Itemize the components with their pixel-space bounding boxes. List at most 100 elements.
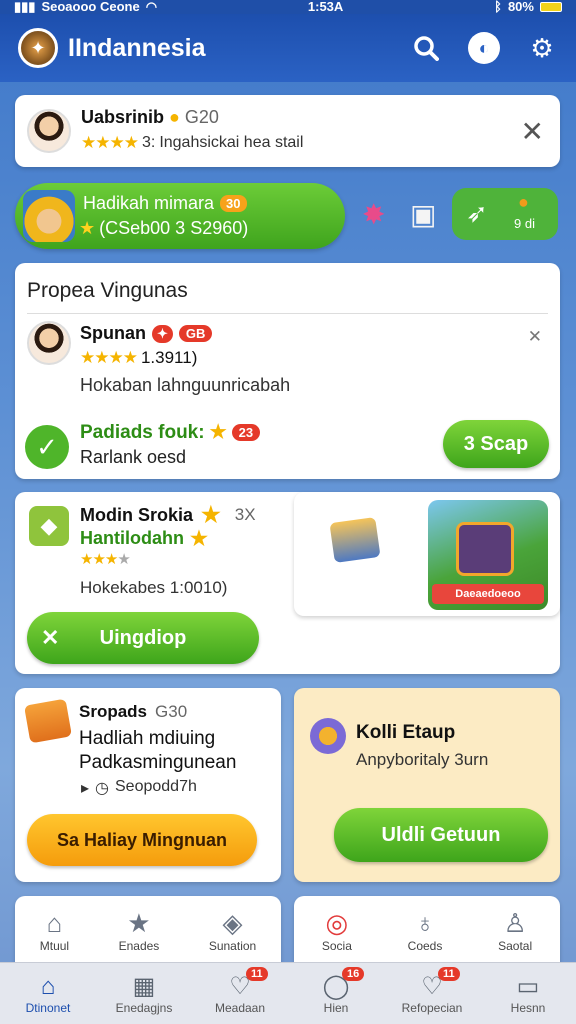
lightbulb-icon: ♁	[415, 908, 435, 938]
shop-line1: Hadliah mdiuing	[79, 728, 216, 749]
tab-messages[interactable]: ◯ 16 Hien	[288, 963, 384, 1024]
battery-icon	[539, 2, 562, 12]
shop-line2: Padkasmingunean	[79, 752, 237, 773]
promo-title: Propea Vingunas	[27, 279, 188, 302]
shortcut-pill[interactable]: ➶ 9 di ●	[452, 188, 558, 240]
target-icon: ◎	[325, 908, 349, 938]
package-icon	[329, 516, 381, 564]
shop-icon: ▦	[132, 972, 156, 1000]
box-icon[interactable]: ▣	[410, 198, 436, 231]
star-outline-icon: ★	[127, 908, 151, 938]
tab-home-label: Dtinonet	[25, 1000, 71, 1015]
star-icon: ★	[79, 218, 96, 238]
home-icon: ⌂	[40, 972, 56, 1000]
promo-card: Propea Vingunas Spunan ✦ GB ★★★★ 1.3911)…	[15, 263, 560, 479]
tab-account[interactable]: ▭ Hesnn	[480, 963, 576, 1024]
banner-title: Hadikah mimara	[83, 193, 215, 213]
promo-avatar	[27, 321, 71, 365]
battery-percent: 80%	[507, 0, 534, 14]
shortcut-profile[interactable]: ♙ Saotal	[498, 907, 532, 953]
mission-star-icon: ★	[201, 502, 221, 527]
mission-description: Hokekabes 1:0010)	[80, 578, 228, 597]
event-button[interactable]: Uldli Getuun	[334, 808, 548, 862]
tab-favorites[interactable]: ♡ 11 Meadaan	[192, 963, 288, 1024]
tab-notifications[interactable]: ♡ 11 Refopecian	[384, 963, 480, 1024]
reward-subtitle: Rarlank oesd	[80, 447, 187, 467]
shortcut-codes[interactable]: ♁ Coeds	[408, 907, 443, 953]
close-icon[interactable]: ✕	[521, 115, 544, 148]
bottom-tab-bar: ⌂ Dtinonet ▦ Enedagjns ♡ 11 Meadaan ◯ 16…	[0, 962, 576, 1024]
graduation-cap-icon: ◈	[222, 908, 243, 938]
mission-button-label: Uingdiop	[99, 626, 187, 649]
carrier-text: Seoaooo Ceone	[41, 0, 140, 14]
shortcut-home[interactable]: ⌂ Mtuul	[40, 907, 69, 953]
tab-favorites-label: Meadaan	[214, 1000, 266, 1015]
shop-button[interactable]: Sa Haliay Mingnuan	[27, 814, 257, 866]
app-title: IIndannesia	[68, 33, 206, 62]
tab-messages-badge: 16	[342, 967, 365, 981]
game-banner-card[interactable]: Daeaedoeoo	[294, 492, 560, 616]
shortcut-learn[interactable]: ◈ Sunation	[209, 907, 256, 953]
promo-close-icon[interactable]: ✕	[528, 327, 542, 347]
promo-description: Hokaban lahnguunricabah	[80, 375, 291, 395]
signal-icon: ▮▮▮	[14, 0, 36, 14]
shortcut-codes-label: Coeds	[407, 939, 443, 953]
profile-toggle-icon[interactable]: ◐	[468, 32, 500, 64]
search-icon[interactable]	[410, 32, 442, 64]
tab-notifications-label: Refopecian	[401, 1000, 463, 1015]
tab-account-label: Hesnn	[510, 1000, 546, 1015]
person-icon: ♙	[503, 908, 527, 938]
promo-user-name: Spunan	[80, 323, 146, 343]
ball-icon: ●	[518, 192, 529, 212]
shortcut-home-label: Mtuul	[39, 939, 70, 953]
house-icon: ⌂	[46, 908, 63, 938]
notification-message: Ingahsickai hea stail	[159, 134, 304, 151]
bluetooth-icon: ᛒ	[494, 0, 502, 14]
promo-rating: 1.3911)	[140, 348, 198, 367]
shop-meta: Seopodd7h	[115, 778, 197, 795]
reward-star-icon: ★	[209, 422, 227, 443]
app-bar: ✦ IIndannesia ◐ ⚙	[0, 14, 576, 82]
shortcut-learn-label: Sunation	[208, 939, 257, 953]
settings-gear-icon[interactable]: ⚙	[526, 32, 558, 64]
promo-badge: GB	[178, 325, 213, 342]
promo-action-label: 3 Scap	[463, 432, 529, 455]
promo-rating-stars: ★★★★	[80, 348, 138, 367]
wifi-icon: ◠	[145, 0, 158, 14]
notification-card[interactable]: Uabsrinib ● G20 ★★★★ 3: Ingahsickai hea …	[15, 95, 560, 167]
reward-badge: 23	[231, 424, 261, 441]
game-art-label: Daeaedoeoo	[432, 584, 544, 604]
banner-subtitle: (CSeb00 3 S2960)	[99, 218, 249, 238]
shop-card: Sropads G30 Hadliah mdiuing Padkasmingun…	[15, 688, 281, 882]
pill-label: 9 di	[514, 216, 535, 231]
tab-catalog[interactable]: ▦ Enedagjns	[96, 963, 192, 1024]
mission-subtitle: Hantilodahn	[80, 528, 184, 548]
shop-button-label: Sa Haliay Mingnuan	[56, 829, 228, 850]
tab-home[interactable]: ⌂ Dtinonet	[0, 963, 96, 1024]
user-avatar	[27, 109, 71, 153]
event-button-label: Uldli Getuun	[381, 823, 501, 846]
shortcut-social[interactable]: ◎ Socia	[322, 907, 352, 953]
gem-icon[interactable]: ✸	[362, 198, 385, 231]
shop-name: Sropads	[79, 702, 148, 721]
app-logo-icon[interactable]: ✦	[18, 28, 58, 68]
notification-code: G20	[184, 107, 219, 127]
mission-rating-stars: ★★★★	[80, 551, 131, 568]
mission-button[interactable]: ✕ Uingdiop	[27, 612, 259, 664]
rewards-banner[interactable]: Hadikah mimara 30 ★ (CSeb00 3 S2960)	[15, 183, 345, 249]
shortcut-favorites[interactable]: ★ Enades	[119, 907, 160, 953]
tab-favorites-badge: 11	[246, 967, 268, 981]
flame-icon: ✦	[152, 324, 173, 343]
screen-icon: ▭	[516, 972, 540, 1000]
notification-rating: 3:	[141, 134, 156, 151]
shop-icon	[24, 698, 72, 744]
promo-action-button[interactable]: 3 Scap	[443, 420, 549, 468]
divider	[27, 313, 548, 314]
clock-text: 1:53A	[307, 0, 344, 14]
tab-catalog-label: Enedagjns	[115, 1000, 173, 1015]
rating-stars: ★★★★	[81, 133, 139, 152]
mission-icon: ◆	[29, 506, 69, 546]
mission-title: Modin Srokia	[80, 504, 194, 525]
status-bar: ▮▮▮ Seoaooo Ceone ◠ 1:53A ᛒ 80%	[0, 0, 576, 14]
treasure-chest-icon	[456, 522, 514, 576]
